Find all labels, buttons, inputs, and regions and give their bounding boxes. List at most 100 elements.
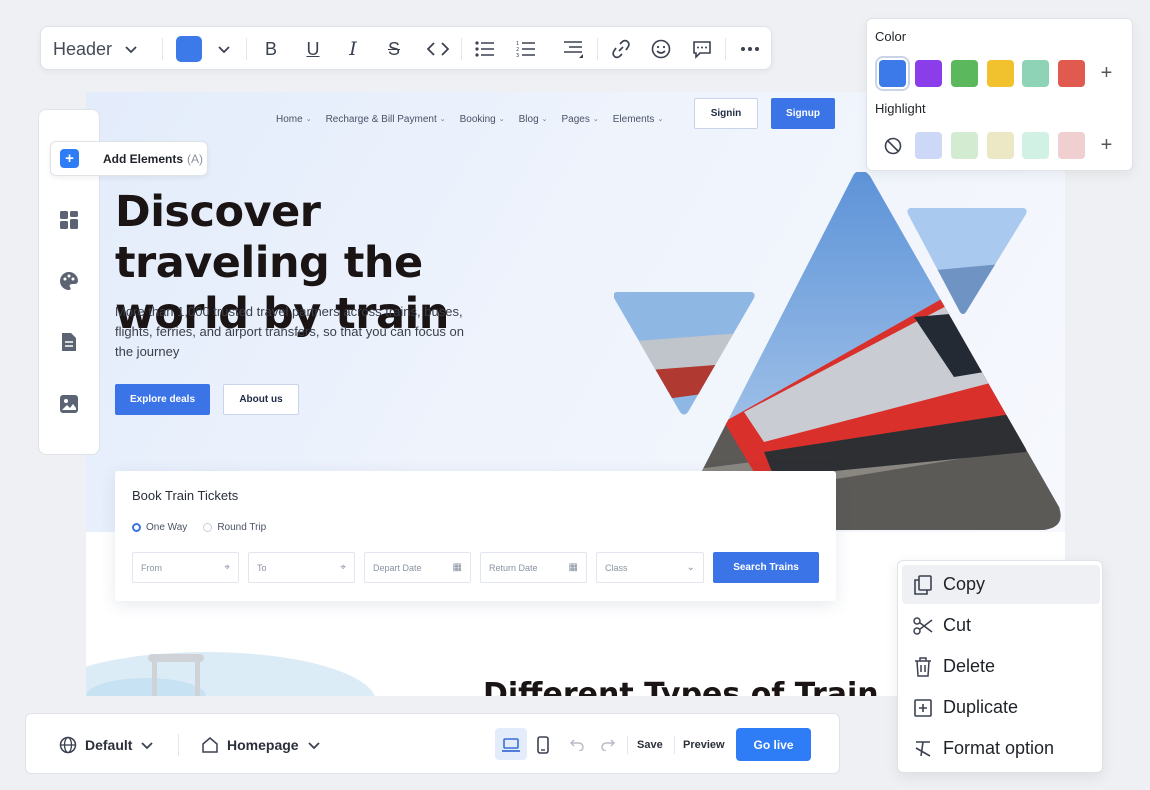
trip-type-radios: One Way Round Trip [132, 522, 266, 533]
preview-button[interactable]: Preview [683, 714, 725, 775]
add-icon: + [60, 149, 79, 168]
divider [178, 734, 179, 756]
signin-button[interactable]: Signin [694, 98, 758, 129]
underline-button[interactable]: U [301, 27, 325, 71]
media-button[interactable] [58, 393, 80, 415]
menu-item-copy[interactable]: Copy [902, 565, 1100, 604]
bold-button[interactable]: B [259, 27, 283, 71]
mobile-view-button[interactable] [534, 714, 552, 775]
highlight-label: Highlight [875, 101, 926, 116]
return-date-field[interactable]: Return Date ▦ [480, 552, 587, 583]
add-color-icon[interactable]: + [1093, 60, 1120, 87]
code-button[interactable] [424, 27, 452, 71]
explore-deals-button[interactable]: Explore deals [115, 384, 210, 415]
emoji-icon [651, 39, 671, 59]
menu-item-label: Copy [943, 574, 986, 594]
nav-recharge[interactable]: Recharge & Bill Payment ⌄ [326, 114, 446, 125]
menu-item-duplicate[interactable]: Duplicate [902, 688, 1100, 727]
language-select[interactable]: Default [59, 714, 154, 775]
layout-button[interactable] [58, 209, 80, 231]
more-icon [741, 47, 759, 51]
theme-button[interactable] [58, 270, 80, 292]
menu-item-label: Duplicate [943, 697, 1019, 717]
menu-item-cut[interactable]: Cut [902, 606, 1100, 645]
color-swatch-blue[interactable] [875, 56, 910, 91]
add-elements-button[interactable]: + Add Elements (A) [50, 141, 208, 176]
chevron-down-icon: ⌄ [439, 116, 446, 123]
location-pin-icon: ⌖ [224, 562, 230, 573]
radio-selected-icon [132, 523, 141, 532]
page-value: Homepage [227, 736, 299, 753]
align-icon [564, 41, 583, 58]
nav-booking[interactable]: Booking ⌄ [460, 114, 505, 125]
round-trip-radio[interactable]: Round Trip [203, 522, 266, 533]
site-nav: Home ⌄ Recharge & Bill Payment ⌄ Booking ⌄ … [276, 104, 663, 134]
highlight-swatch-green[interactable] [951, 132, 978, 159]
color-swatch-green[interactable] [951, 60, 978, 87]
desktop-view-button[interactable] [501, 714, 521, 775]
highlight-swatch-yellow[interactable] [987, 132, 1014, 159]
more-options-button[interactable] [738, 27, 762, 71]
field-placeholder: Class [605, 562, 628, 573]
divider [246, 38, 247, 60]
numbered-list-icon: 123 [516, 41, 535, 58]
signup-button[interactable]: Signup [771, 98, 835, 129]
color-swatch-purple[interactable] [915, 60, 942, 87]
save-button[interactable]: Save [637, 714, 663, 775]
emoji-button[interactable] [649, 27, 673, 71]
search-trains-button[interactable]: Search Trains [713, 552, 819, 583]
text-format-toolbar: Header B U I S 123 [40, 26, 772, 70]
numbered-list-button[interactable]: 123 [514, 27, 538, 71]
strikethrough-icon: S [387, 38, 400, 59]
menu-item-delete[interactable]: Delete [902, 647, 1100, 686]
text-color-button[interactable] [175, 27, 203, 71]
nav-label: Elements [612, 113, 655, 125]
duplicate-icon [912, 697, 934, 719]
color-swatch-yellow[interactable] [987, 60, 1014, 87]
color-swatch-mint[interactable] [1022, 60, 1049, 87]
nav-elements[interactable]: Elements ⌄ [613, 114, 664, 125]
bottom-bar: Default Homepage Save Preview Go live [25, 713, 840, 774]
chevron-down-icon [218, 46, 230, 54]
one-way-radio[interactable]: One Way [132, 522, 187, 533]
svg-text:3: 3 [516, 53, 519, 58]
to-field[interactable]: To ⌖ [248, 552, 355, 583]
highlight-swatch-mint[interactable] [1022, 132, 1049, 159]
bullet-list-button[interactable] [473, 27, 497, 71]
nav-label: Booking [459, 113, 496, 125]
comment-button[interactable] [690, 27, 714, 71]
menu-item-format-option[interactable]: Format option [902, 729, 1100, 768]
from-field[interactable]: From ⌖ [132, 552, 239, 583]
link-button[interactable] [609, 27, 633, 71]
undo-button[interactable] [569, 714, 585, 775]
about-us-button[interactable]: About us [223, 384, 299, 415]
home-icon [202, 736, 218, 753]
add-highlight-icon[interactable]: + [1093, 132, 1120, 159]
color-swatch-red[interactable] [1058, 60, 1085, 87]
redo-button[interactable] [600, 714, 616, 775]
page-select[interactable]: Homepage [201, 714, 321, 775]
italic-button[interactable]: I [341, 27, 365, 71]
nav-label: Home [276, 113, 303, 125]
add-elements-shortcut: (A) [187, 151, 204, 166]
depart-date-field[interactable]: Depart Date ▦ [364, 552, 471, 583]
highlight-swatch-red[interactable] [1058, 132, 1085, 159]
no-highlight-icon[interactable] [879, 132, 906, 159]
color-dropdown[interactable] [213, 27, 235, 71]
field-placeholder: From [141, 562, 162, 573]
text-style-select[interactable]: Header [53, 27, 138, 71]
calendar-icon: ▦ [568, 562, 578, 573]
chevron-down-icon [307, 741, 320, 749]
nav-pages[interactable]: Pages ⌄ [562, 114, 599, 125]
scissors-icon [912, 615, 934, 637]
go-live-button[interactable]: Go live [736, 728, 811, 761]
nav-blog[interactable]: Blog ⌄ [519, 114, 548, 125]
highlight-swatch-blue[interactable] [915, 132, 942, 159]
align-button[interactable] [560, 27, 586, 71]
menu-item-label: Cut [943, 615, 972, 635]
class-select[interactable]: Class ⌄ [596, 552, 704, 583]
nav-home[interactable]: Home ⌄ [276, 114, 312, 125]
strikethrough-button[interactable]: S [382, 27, 406, 71]
radio-label: Round Trip [217, 522, 267, 533]
pages-button[interactable] [58, 331, 80, 353]
